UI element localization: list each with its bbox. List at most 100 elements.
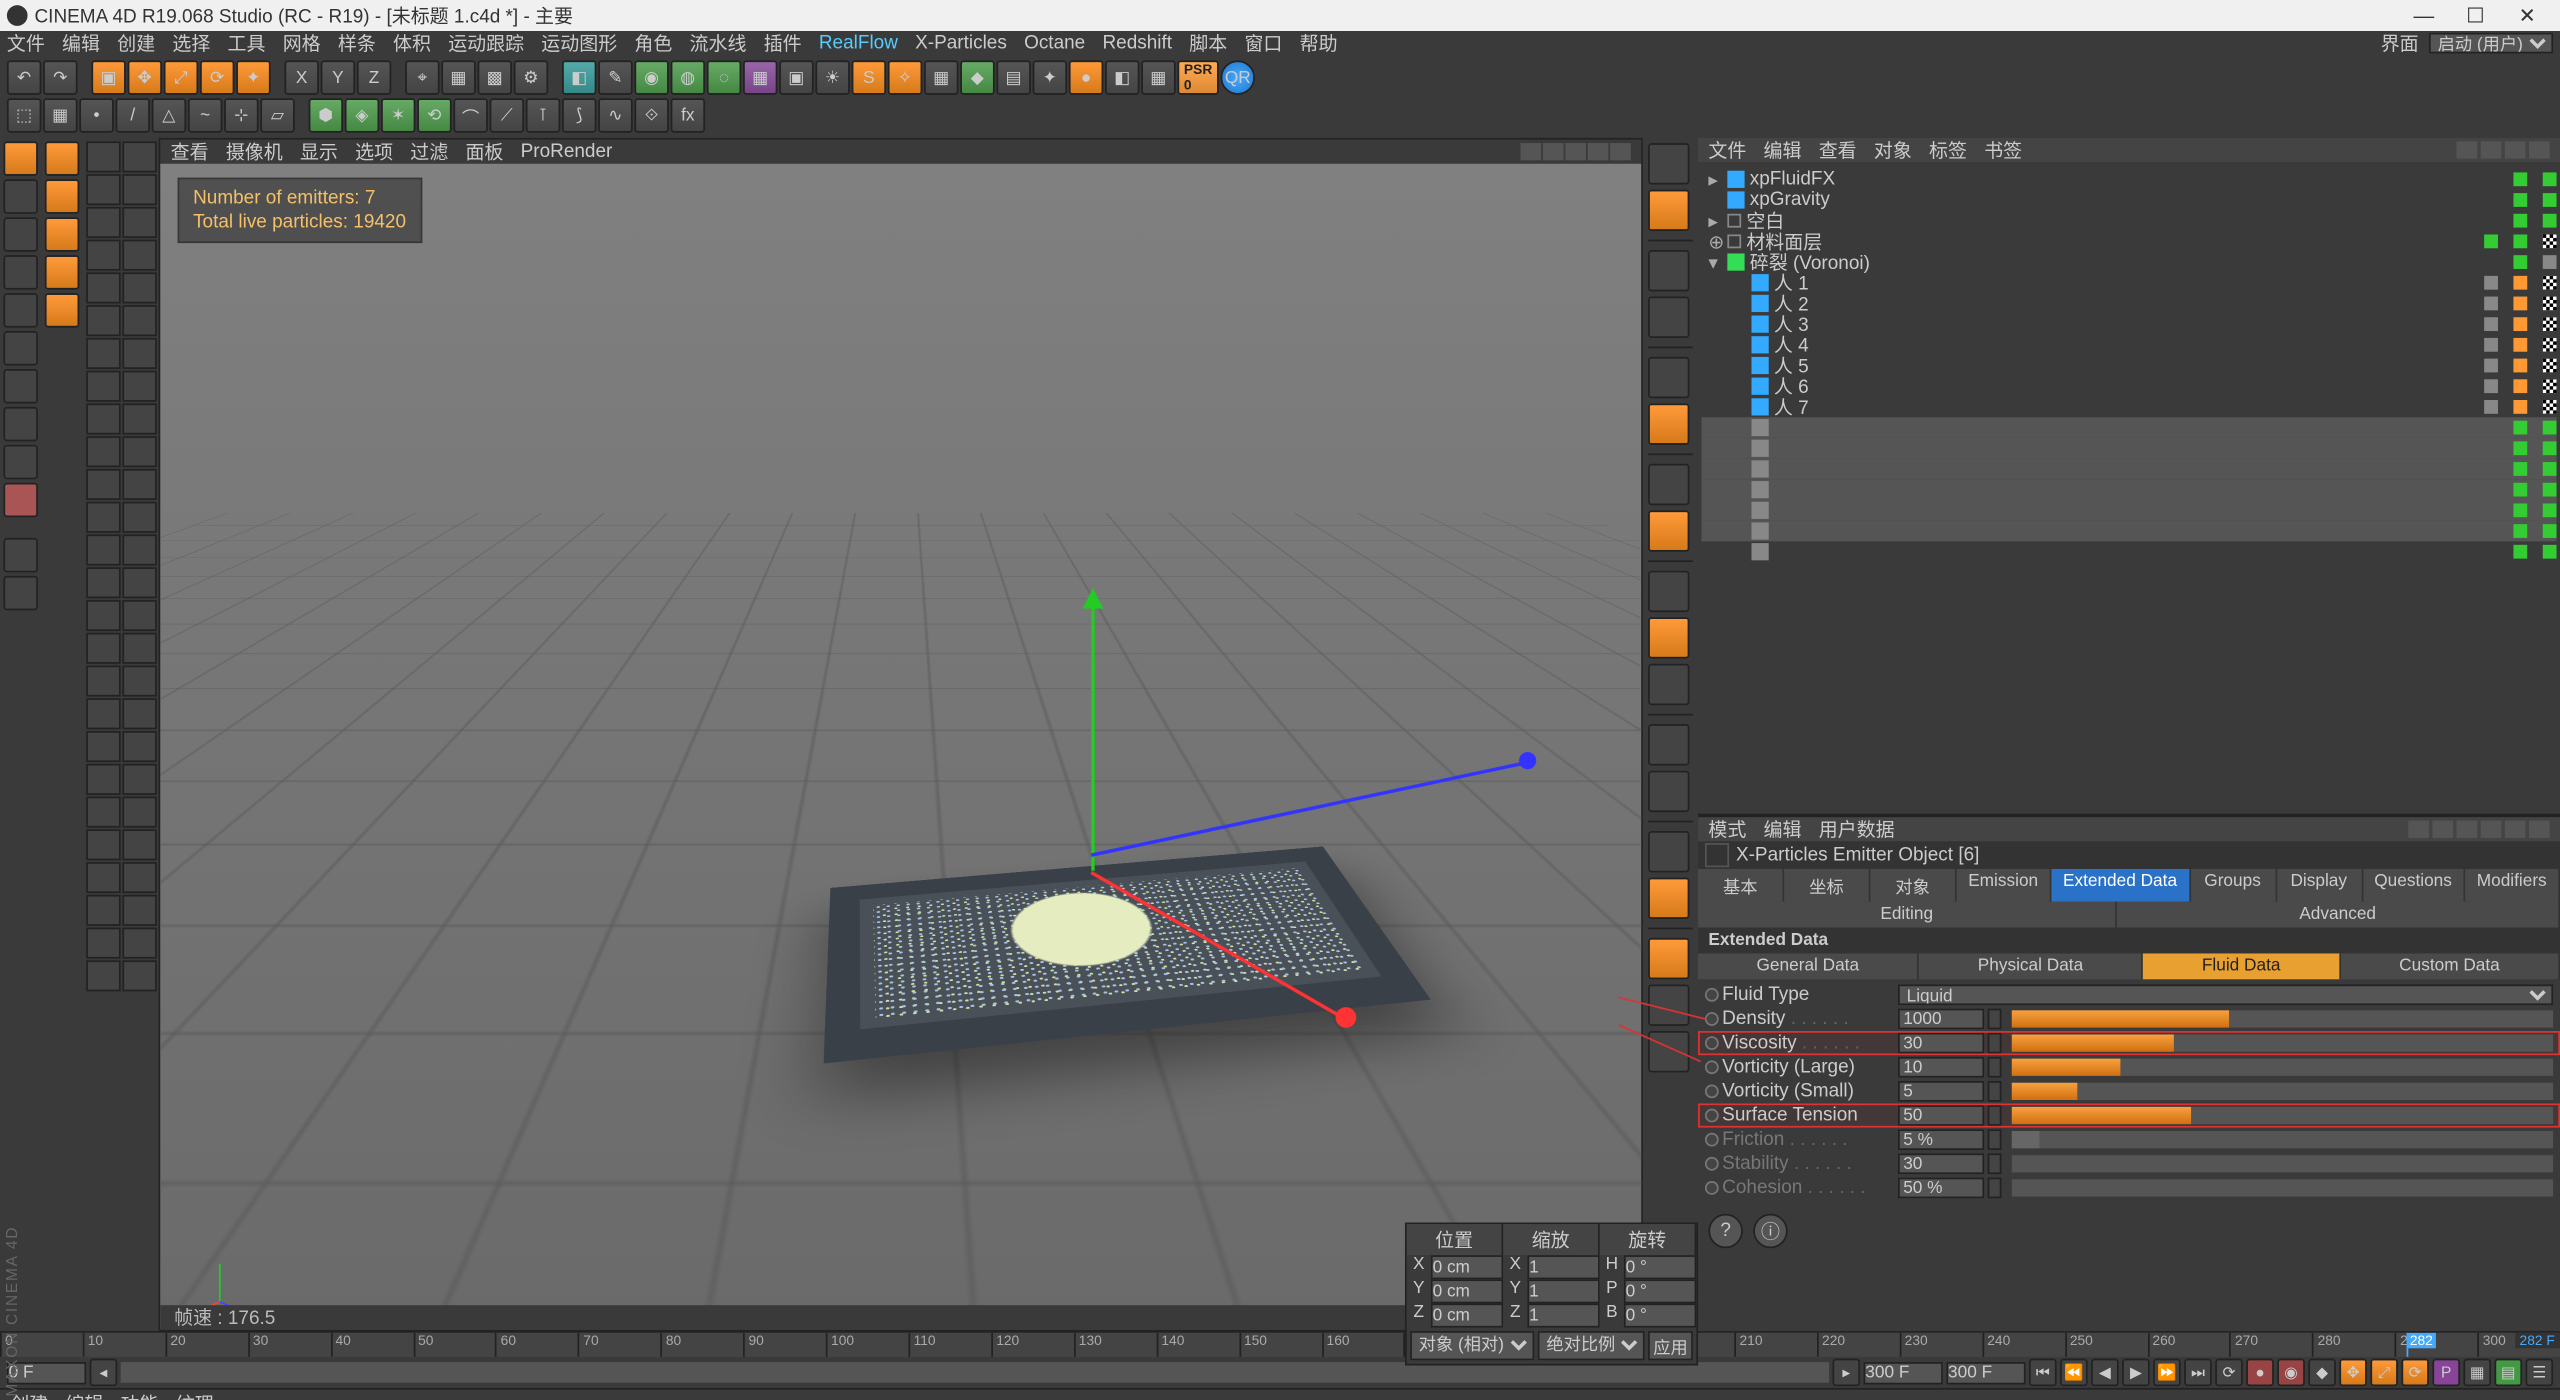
- snap-6[interactable]: [122, 207, 156, 238]
- time-prev-key[interactable]: ◂: [90, 1359, 118, 1387]
- snap-toggle[interactable]: ⬚: [7, 98, 41, 132]
- render-region-button[interactable]: ▩: [478, 60, 512, 94]
- tree-item-extra-3[interactable]: [1701, 479, 2556, 500]
- info-button[interactable]: ⓘ: [1753, 1214, 1787, 1248]
- prop-fluid-type[interactable]: Fluid Type Liquid: [1698, 983, 2560, 1007]
- mograph-cloner-button[interactable]: ⬢: [309, 98, 343, 132]
- time-end-field-2[interactable]: [1946, 1361, 2025, 1383]
- vpmenu-选项[interactable]: 选项: [355, 138, 393, 166]
- coord-mode-select[interactable]: 对象 (相对): [1410, 1331, 1534, 1360]
- objtab-编辑[interactable]: 编辑: [1764, 136, 1802, 164]
- rs-11[interactable]: [1648, 664, 1689, 705]
- menu-工具[interactable]: 工具: [228, 29, 266, 57]
- snap-45[interactable]: [86, 862, 120, 893]
- tab-emission[interactable]: Emission: [1957, 869, 2052, 902]
- goto-end[interactable]: ⏭: [2184, 1359, 2212, 1387]
- rs-1[interactable]: [1648, 143, 1689, 184]
- help-button[interactable]: ?: [1708, 1214, 1742, 1248]
- make-editable-button[interactable]: [45, 141, 79, 175]
- matmenu-纹理[interactable]: 纹理: [176, 1389, 214, 1400]
- xp-panel-1[interactable]: [3, 538, 37, 572]
- axis-y-button[interactable]: Y: [321, 60, 355, 94]
- key-list[interactable]: ☰: [2526, 1359, 2554, 1387]
- xp-render-button[interactable]: ▦: [1141, 60, 1175, 94]
- menu-插件[interactable]: 插件: [764, 29, 802, 57]
- vorticity-small-input[interactable]: [1898, 1081, 1984, 1102]
- snap-31[interactable]: [86, 633, 120, 664]
- rs-9[interactable]: [1648, 571, 1689, 612]
- tree-xpfluidfx[interactable]: ▸xpFluidFX: [1701, 169, 2556, 190]
- am-nav-up[interactable]: [2432, 821, 2453, 838]
- mograph-effector-button[interactable]: ◈: [345, 98, 379, 132]
- rotate-tool[interactable]: ⟳: [200, 60, 234, 94]
- spline-tool-2[interactable]: ⟋: [490, 98, 524, 132]
- rs-13[interactable]: [1648, 771, 1689, 812]
- texture-mode[interactable]: [3, 369, 37, 403]
- menu-体积[interactable]: 体积: [393, 29, 431, 57]
- key-pla[interactable]: ▦: [2463, 1359, 2491, 1387]
- xp-sprite-button[interactable]: ✦: [1033, 60, 1067, 94]
- scale-tool[interactable]: ⤢: [164, 60, 198, 94]
- menu-窗口[interactable]: 窗口: [1244, 29, 1282, 57]
- snap-edge[interactable]: /: [116, 98, 150, 132]
- snap-29[interactable]: [86, 600, 120, 631]
- model-mode[interactable]: [3, 141, 37, 175]
- lasso-select[interactable]: [45, 217, 79, 251]
- xp-system-button[interactable]: S: [852, 60, 886, 94]
- snap-23[interactable]: [86, 502, 120, 533]
- tree-fragment-7[interactable]: 人 7: [1701, 397, 2556, 418]
- snap-workplane[interactable]: ▱: [260, 98, 294, 132]
- snap-spline[interactable]: ~: [188, 98, 222, 132]
- matmenu-功能[interactable]: 功能: [121, 1389, 159, 1400]
- snap-5[interactable]: [86, 207, 120, 238]
- menu-脚本[interactable]: 脚本: [1189, 29, 1227, 57]
- rs-15[interactable]: [1648, 878, 1689, 919]
- dynamics-tool[interactable]: ∿: [598, 98, 632, 132]
- edge-mode[interactable]: [3, 293, 37, 327]
- snap-28[interactable]: [122, 567, 156, 598]
- xp-emitter-button[interactable]: ✧: [888, 60, 922, 94]
- snap-20[interactable]: [122, 436, 156, 467]
- menu-X-Particles[interactable]: X-Particles: [915, 33, 1007, 54]
- tree-xpgravity[interactable]: xpGravity: [1701, 190, 2556, 211]
- coord-apply-button[interactable]: 应用: [1648, 1331, 1693, 1360]
- primitive-cube-button[interactable]: ◧: [562, 60, 596, 94]
- snap-2[interactable]: [122, 141, 156, 172]
- menu-编辑[interactable]: 编辑: [62, 29, 100, 57]
- density-input[interactable]: [1898, 1009, 1984, 1030]
- rs-12[interactable]: [1648, 724, 1689, 765]
- rs-7[interactable]: [1648, 464, 1689, 505]
- pos-x[interactable]: [1431, 1255, 1503, 1279]
- goto-start[interactable]: ⏮: [2029, 1359, 2057, 1387]
- snap-32[interactable]: [122, 633, 156, 664]
- snap-8[interactable]: [122, 240, 156, 271]
- tab-modifiers[interactable]: Modifiers: [2465, 869, 2560, 902]
- vpmenu-查看[interactable]: 查看: [171, 138, 209, 166]
- surface-tension-input[interactable]: [1898, 1105, 1984, 1126]
- snap-30[interactable]: [122, 600, 156, 631]
- rs-6[interactable]: [1648, 403, 1689, 444]
- render-view-button[interactable]: ▦: [441, 60, 475, 94]
- rs-5[interactable]: [1648, 357, 1689, 398]
- menu-文件[interactable]: 文件: [7, 29, 45, 57]
- am-icon-2[interactable]: [2481, 821, 2502, 838]
- om-icon-3[interactable]: [2505, 141, 2526, 158]
- om-icon-1[interactable]: [2457, 141, 2478, 158]
- menu-样条[interactable]: 样条: [338, 29, 376, 57]
- attrmenu-模式[interactable]: 模式: [1708, 816, 1746, 844]
- snap-1[interactable]: [86, 141, 120, 172]
- objtab-书签[interactable]: 书签: [1984, 136, 2022, 164]
- mograph-fracture-button[interactable]: ✶: [381, 98, 415, 132]
- vpmenu-面板[interactable]: 面板: [465, 138, 503, 166]
- am-nav-back[interactable]: [2408, 821, 2429, 838]
- autokey-button[interactable]: ◉: [2277, 1359, 2305, 1387]
- loop-button[interactable]: ⟳: [2215, 1359, 2243, 1387]
- snap-21[interactable]: [86, 469, 120, 500]
- menu-Redshift[interactable]: Redshift: [1102, 33, 1172, 54]
- time-next-key[interactable]: ▸: [1833, 1359, 1861, 1387]
- axis-x-button[interactable]: X: [284, 60, 318, 94]
- tweak-mode[interactable]: [3, 483, 37, 517]
- key-rot[interactable]: ⟳: [2401, 1359, 2429, 1387]
- snap-24[interactable]: [122, 502, 156, 533]
- snap-12[interactable]: [122, 305, 156, 336]
